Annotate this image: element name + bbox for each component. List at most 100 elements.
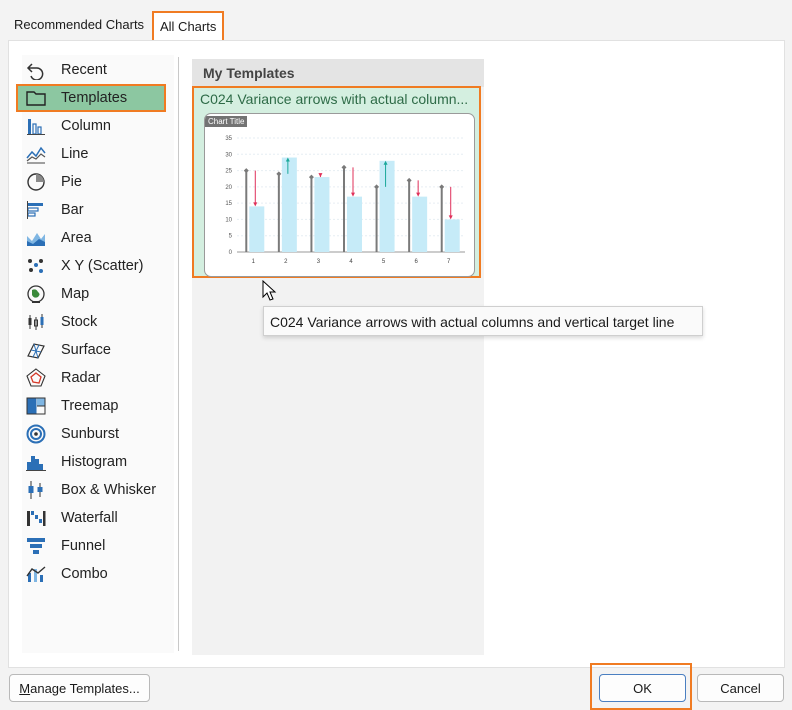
sidebar-item-column[interactable]: Column (22, 112, 174, 140)
sidebar-item-label: Stock (61, 314, 98, 330)
y-tick-label: 0 (229, 250, 233, 256)
sidebar-item-label: Waterfall (61, 510, 118, 526)
combo-chart-icon (26, 566, 46, 582)
template-preview: 0 5 10 15 20 25 30 35 1 2 3 4 5 6 7 Chart Title (204, 113, 475, 277)
y-tick-label: 20 (225, 185, 232, 191)
manage-templates-button[interactable]: Manage Templates... (9, 674, 150, 702)
sidebar-item-label: Area (61, 230, 92, 246)
sidebar-item-label: Funnel (61, 538, 106, 554)
all-charts-panel: Recent Templates Column Line Pie Bar Area X Y (… (8, 40, 785, 668)
y-tick-label: 10 (225, 217, 232, 223)
sidebar-item-x-y-scatter[interactable]: X Y (Scatter) (22, 252, 174, 280)
sidebar-item-pie[interactable]: Pie (22, 168, 174, 196)
section-header: My Templates (192, 59, 484, 87)
radar-chart-icon (26, 368, 46, 387)
target-marker (243, 168, 249, 174)
sidebar-item-label: Treemap (61, 398, 119, 414)
variance-arrowhead (253, 202, 258, 207)
x-tick-label: 6 (414, 259, 418, 265)
template-tooltip: C024 Variance arrows with actual columns… (263, 306, 703, 336)
chart-type-list: Recent Templates Column Line Pie Bar Area X Y (… (16, 55, 174, 653)
sidebar-item-label: X Y (Scatter) (61, 258, 144, 274)
target-marker (439, 184, 445, 190)
sidebar-item-templates[interactable]: Templates (16, 84, 166, 112)
target-marker (341, 164, 347, 170)
sidebar-item-label: Sunburst (61, 426, 120, 442)
surface-chart-icon (27, 343, 45, 359)
target-marker (308, 174, 314, 180)
variance-arrowhead (351, 192, 355, 197)
ok-button[interactable]: OK (599, 674, 686, 702)
sidebar-item-treemap[interactable]: Treemap (22, 392, 174, 420)
y-tick-label: 25 (225, 169, 232, 175)
x-tick-label: 4 (349, 259, 353, 265)
sidebar-item-recent[interactable]: Recent (22, 56, 174, 84)
sidebar-item-map[interactable]: Map (22, 280, 174, 308)
x-tick-label: 1 (252, 259, 256, 265)
preview-chart-title: Chart Title (205, 116, 248, 127)
template-name: C024 Variance arrows with actual column.… (200, 91, 469, 107)
sidebar-item-bar[interactable]: Bar (22, 196, 174, 224)
sidebar-item-label: Templates (61, 90, 128, 106)
sidebar-item-label: Line (61, 146, 89, 162)
section-title: My Templates (203, 65, 295, 81)
target-marker (374, 184, 380, 190)
funnel-chart-icon (27, 538, 45, 554)
sidebar-item-radar[interactable]: Radar (22, 364, 174, 392)
variance-arrowhead (318, 173, 323, 178)
box-whisker-chart-icon (28, 481, 43, 499)
sidebar-item-label: Column (61, 118, 111, 134)
sidebar-item-combo[interactable]: Combo (22, 560, 174, 588)
actual-bar (281, 157, 297, 252)
stock-chart-icon (28, 314, 44, 330)
sidebar-item-label: Combo (61, 566, 108, 582)
manage-templates-mnemonic: M (19, 681, 31, 696)
sunburst-chart-icon (26, 424, 46, 444)
sidebar-item-label: Bar (61, 202, 84, 218)
x-tick-label: 5 (382, 259, 386, 265)
x-tick-label: 2 (284, 259, 288, 265)
tab-recommended-charts[interactable]: Recommended Charts (14, 10, 144, 40)
sidebar-item-box-whisker[interactable]: Box & Whisker (22, 476, 174, 504)
folder-icon (26, 91, 46, 106)
sidebar-divider (178, 57, 179, 651)
actual-bar (347, 196, 362, 252)
sidebar-item-label: Radar (61, 370, 101, 386)
column-chart-icon (27, 119, 45, 135)
preview-chart: 0 5 10 15 20 25 30 35 1 2 3 4 5 6 7 (225, 136, 465, 265)
actual-bar (249, 206, 265, 252)
actual-bar (379, 160, 395, 252)
x-tick-label: 3 (317, 259, 321, 265)
pie-chart-icon (27, 173, 45, 191)
recent-icon (26, 63, 44, 80)
sidebar-item-histogram[interactable]: Histogram (22, 448, 174, 476)
sidebar-item-label: Histogram (61, 454, 128, 470)
waterfall-chart-icon (27, 511, 46, 526)
sidebar-item-funnel[interactable]: Funnel (22, 532, 174, 560)
scatter-chart-icon (28, 259, 43, 273)
target-marker (406, 177, 412, 183)
variance-arrowhead (416, 192, 421, 197)
y-tick-label: 5 (229, 234, 233, 240)
y-tick-label: 35 (225, 136, 232, 142)
sidebar-item-stock[interactable]: Stock (22, 308, 174, 336)
sidebar-item-surface[interactable]: Surface (22, 336, 174, 364)
sidebar-item-line[interactable]: Line (22, 140, 174, 168)
sidebar-item-label: Recent (61, 62, 107, 78)
variance-arrowhead (448, 215, 453, 220)
cancel-button[interactable]: Cancel (697, 674, 784, 702)
sidebar-item-area[interactable]: Area (22, 224, 174, 252)
template-card[interactable]: C024 Variance arrows with actual column.… (192, 86, 481, 278)
y-tick-label: 15 (225, 201, 232, 207)
target-marker (276, 171, 282, 177)
tab-all-charts[interactable]: All Charts (152, 11, 225, 42)
sidebar-item-sunburst[interactable]: Sunburst (22, 420, 174, 448)
x-tick-label: 7 (447, 259, 451, 265)
treemap-chart-icon (26, 397, 46, 415)
map-chart-icon (27, 285, 45, 303)
sidebar-item-label: Pie (61, 174, 82, 190)
actual-bar (314, 177, 330, 252)
actual-bar (412, 196, 428, 252)
y-tick-label: 30 (225, 152, 232, 158)
sidebar-item-waterfall[interactable]: Waterfall (22, 504, 174, 532)
